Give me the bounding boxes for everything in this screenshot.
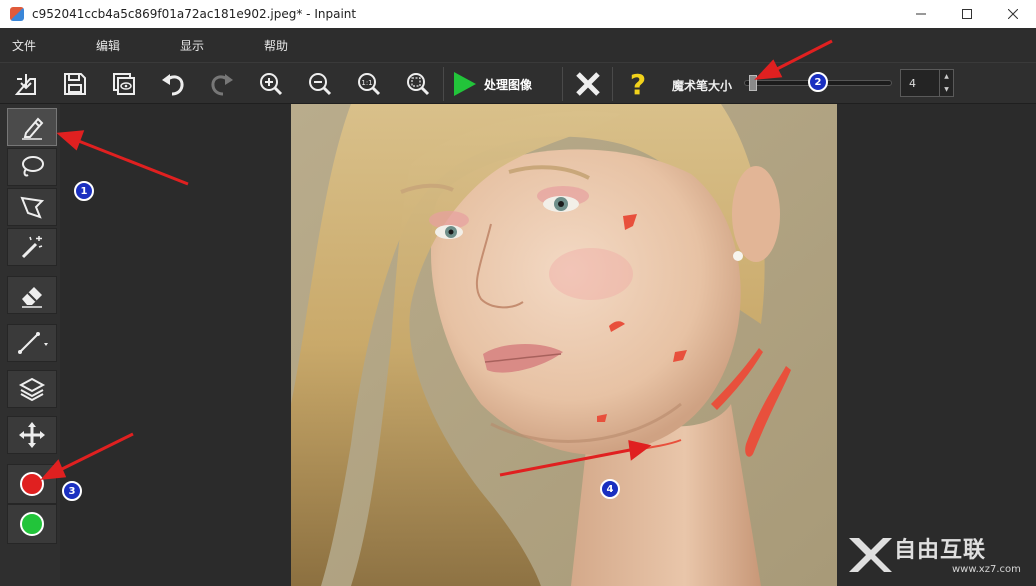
- close-x-icon: [576, 72, 600, 96]
- undo-button[interactable]: [155, 66, 191, 102]
- line-icon: [18, 332, 48, 354]
- minimize-button[interactable]: [898, 0, 944, 28]
- marker-pen-icon: [22, 117, 44, 140]
- toolbar-separator: [612, 67, 613, 101]
- spin-up-icon[interactable]: ▲: [940, 70, 953, 83]
- window-controls: [898, 0, 1036, 28]
- close-window-button[interactable]: [990, 0, 1036, 28]
- magic-wand-tool-button[interactable]: [7, 228, 57, 266]
- toolbar-separator: [562, 67, 563, 101]
- watermark: 自由互联 www.xz7.com: [840, 526, 1036, 586]
- lasso-tool-button[interactable]: [7, 148, 57, 186]
- process-image-label: 处理图像: [484, 77, 533, 92]
- preview-icon: [113, 73, 135, 95]
- app-icon: [10, 7, 24, 21]
- annotation-badge-3: 3: [62, 481, 82, 501]
- move-tool-button[interactable]: [7, 416, 57, 454]
- magic-wand-icon: [21, 236, 43, 259]
- menu-view[interactable]: 显示: [180, 37, 252, 54]
- annotation-badge-1: 1: [74, 181, 94, 201]
- lasso-icon: [22, 156, 44, 177]
- actual-size-button[interactable]: 1:1: [351, 66, 387, 102]
- maximize-icon: [962, 9, 972, 19]
- zoom-out-button[interactable]: [302, 66, 338, 102]
- menu-edit[interactable]: 编辑: [96, 37, 168, 54]
- slider-handle[interactable]: [749, 75, 758, 91]
- layers-button[interactable]: [7, 370, 57, 408]
- green-marker-color-button[interactable]: [7, 504, 57, 544]
- redo-icon: [211, 74, 233, 96]
- help-button[interactable]: ?: [620, 66, 656, 102]
- brush-size-spinbox[interactable]: 4 ▲ ▼: [900, 69, 954, 97]
- fit-window-button[interactable]: [400, 66, 436, 102]
- question-icon: ?: [630, 69, 646, 99]
- actual-size-icon: 1:1: [358, 73, 381, 96]
- spin-down-icon[interactable]: ▼: [940, 83, 953, 96]
- svg-text:1:1: 1:1: [361, 79, 372, 87]
- open-file-icon: [14, 74, 36, 95]
- eraser-tool-button[interactable]: [7, 276, 57, 314]
- close-icon: [1008, 9, 1018, 19]
- zoom-out-icon: [309, 73, 332, 96]
- watermark-logo-icon: [849, 538, 892, 572]
- watermark-url: www.xz7.com: [952, 564, 1021, 575]
- fit-window-icon: [407, 73, 430, 96]
- process-image-button[interactable]: 处理图像: [452, 67, 532, 101]
- title-bar: c952041ccb4a5c869f01a72ac181e902.jpeg* -…: [0, 0, 1036, 28]
- minimize-icon: [916, 13, 926, 15]
- cancel-button[interactable]: [570, 66, 606, 102]
- window-title: c952041ccb4a5c869f01a72ac181e902.jpeg* -…: [32, 7, 357, 21]
- zoom-in-icon: [260, 73, 283, 96]
- menu-bar: 文件 编辑 显示 帮助: [0, 28, 1036, 62]
- tool-panel: [0, 104, 60, 586]
- zoom-in-button[interactable]: [253, 66, 289, 102]
- portrait-photo: [291, 104, 837, 586]
- preview-button[interactable]: [106, 66, 142, 102]
- undo-icon: [162, 74, 184, 96]
- maximize-button[interactable]: [944, 0, 990, 28]
- annotation-badge-4: 4: [600, 479, 620, 499]
- menu-help[interactable]: 帮助: [264, 37, 336, 54]
- photo-canvas[interactable]: [291, 104, 837, 586]
- marker-tool-button[interactable]: [7, 108, 57, 146]
- brush-size-value[interactable]: 4: [901, 70, 939, 96]
- green-color-swatch-icon: [20, 512, 44, 536]
- annotation-badge-2: 2: [808, 72, 828, 92]
- move-arrows-icon: [19, 422, 45, 448]
- red-marker-color-button[interactable]: [7, 464, 57, 504]
- toolbar-separator: [443, 67, 444, 101]
- polygon-lasso-icon: [20, 196, 45, 219]
- line-tool-button[interactable]: [7, 324, 57, 362]
- redo-button[interactable]: [204, 66, 240, 102]
- save-icon: [64, 73, 86, 95]
- red-color-swatch-icon: [20, 472, 44, 496]
- eraser-icon: [22, 287, 42, 308]
- save-button[interactable]: [57, 66, 93, 102]
- open-button[interactable]: [8, 66, 44, 102]
- menu-file[interactable]: 文件: [12, 37, 84, 54]
- layers-icon: [18, 377, 46, 402]
- polygon-lasso-tool-button[interactable]: [7, 188, 57, 226]
- brush-size-label: 魔术笔大小: [672, 79, 733, 93]
- watermark-brand: 自由互联: [894, 538, 987, 563]
- play-icon: [454, 72, 476, 96]
- svg-text:?: ?: [630, 69, 646, 99]
